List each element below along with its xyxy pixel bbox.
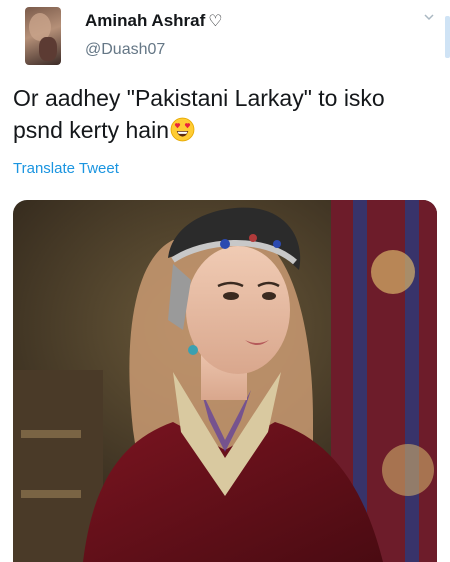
- tweet-text-body: Or aadhey "Pakistani Larkay" to isko psn…: [13, 85, 385, 143]
- avatar-shadow: [39, 37, 57, 61]
- translate-tweet-link[interactable]: Translate Tweet: [13, 160, 119, 177]
- chevron-down-icon[interactable]: [424, 12, 434, 22]
- tweet-media-image[interactable]: [13, 200, 437, 562]
- author-name[interactable]: Aminah Ashraf ♡: [85, 11, 223, 31]
- heart-outline-icon: ♡: [208, 13, 223, 30]
- media-photo: [13, 200, 437, 562]
- tweet-text: Or aadhey "Pakistani Larkay" to isko psn…: [13, 82, 433, 146]
- scrollbar[interactable]: [445, 16, 450, 58]
- author-handle[interactable]: @Duash07: [85, 41, 165, 59]
- author-name-text: Aminah Ashraf: [85, 11, 206, 30]
- heart-eyes-emoji-icon: [170, 117, 195, 142]
- avatar[interactable]: [25, 7, 61, 65]
